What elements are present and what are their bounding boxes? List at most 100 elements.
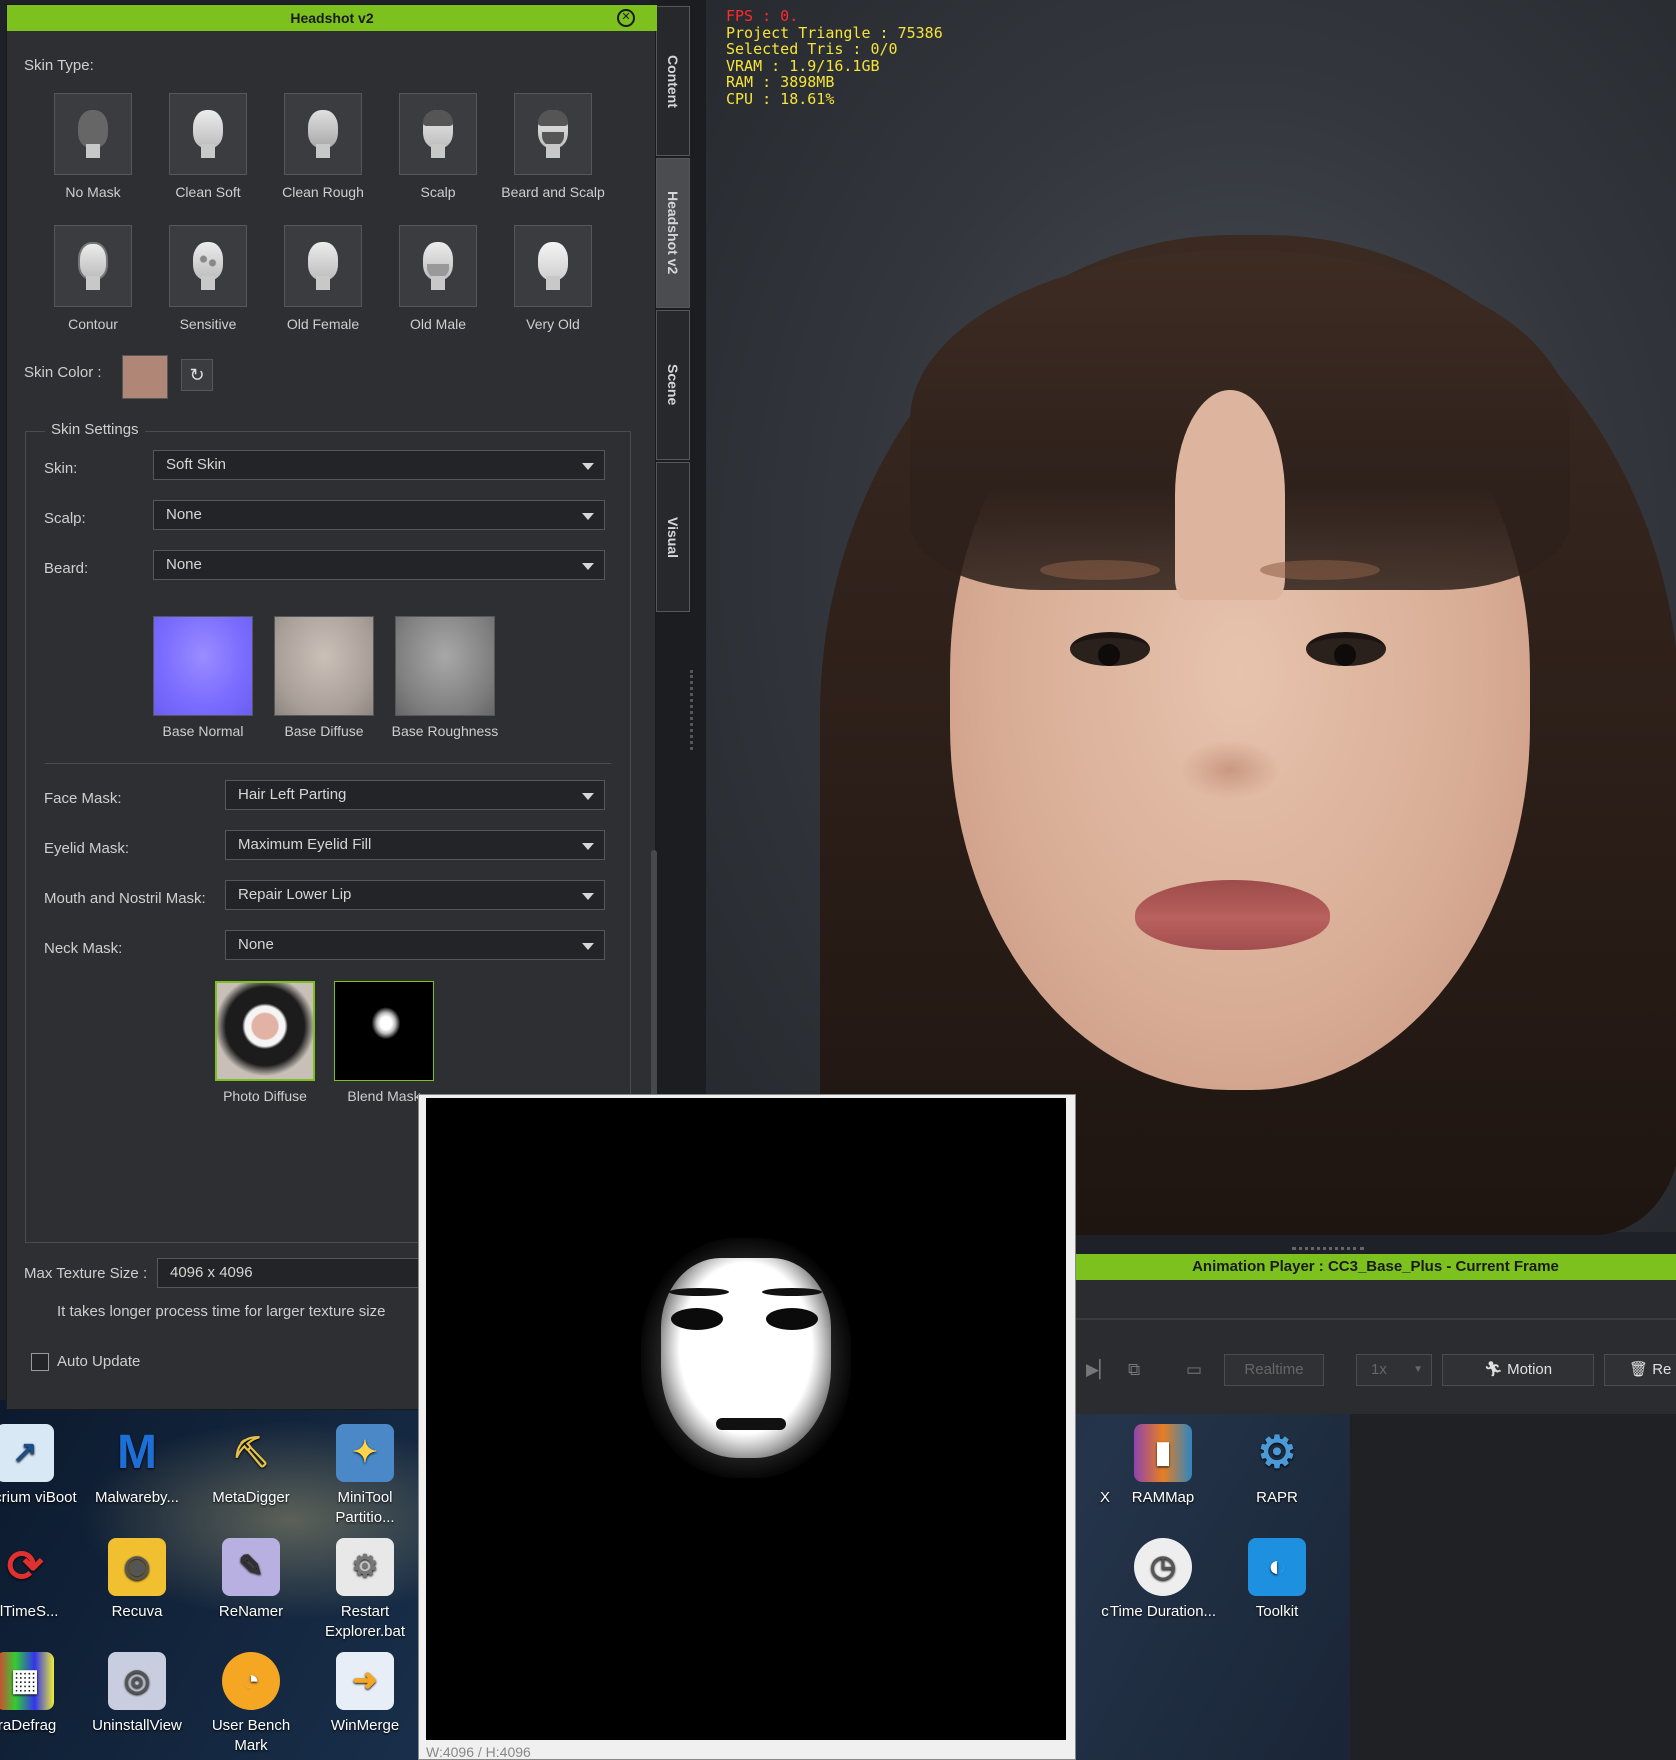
desktop-icon-toolkit[interactable]: ◐ Toolkit: [1222, 1538, 1332, 1622]
desktop-icon-renamer[interactable]: ✎ ReNamer: [196, 1538, 306, 1622]
subtitle-icon[interactable]: ▭: [1186, 1360, 1202, 1380]
photo-diffuse-thumbnail[interactable]: [215, 981, 315, 1081]
timeline-bar[interactable]: [1075, 1318, 1676, 1320]
texture-note: It takes longer process time for larger …: [57, 1303, 386, 1320]
skin-dropdown[interactable]: Soft Skin: [153, 450, 605, 480]
metadigger-icon: ⛏: [231, 1436, 271, 1469]
head-icon: [189, 110, 227, 158]
animation-player-grip[interactable]: [1292, 1247, 1364, 1251]
tab-label: Scene: [665, 364, 681, 406]
desktop-icon-metadigger[interactable]: ⛏ MetaDigger: [196, 1424, 306, 1508]
desktop-icon-malwarebytes[interactable]: M Malwareby...: [82, 1424, 192, 1508]
skin-color-swatch[interactable]: [122, 355, 168, 399]
panel-scrollbar[interactable]: [651, 850, 657, 1100]
skin-type-caption: Old Male: [409, 316, 467, 332]
tab-label: Visual: [665, 516, 681, 558]
skin-type-caption: Beard and Scalp: [501, 184, 605, 200]
desktop-icon-winmerge[interactable]: ➜ WinMerge: [310, 1652, 420, 1736]
desktop-icon-label: Time Duration...: [1109, 1603, 1217, 1620]
desktop-icon-restart-explorer[interactable]: ⚙ Restart Explorer.bat: [310, 1538, 420, 1642]
skin-type-caption: Contour: [68, 316, 118, 332]
skin-settings-title: Skin Settings: [45, 421, 145, 438]
head-icon: [419, 110, 457, 158]
desktop-icon-minitool[interactable]: ✦ MiniTool Partitio...: [310, 1424, 420, 1528]
mask-right-eye: [766, 1308, 818, 1330]
base-diffuse-thumbnail[interactable]: [274, 616, 374, 716]
character-left-eye: [1070, 632, 1150, 666]
desktop-icon-label: ReNamer: [218, 1603, 284, 1620]
max-texture-field[interactable]: 4096 x 4096: [157, 1258, 447, 1288]
desktop-icon-userbenchmark[interactable]: ◔ User Bench Mark: [196, 1652, 306, 1756]
macrium-icon: ↗: [0, 1424, 54, 1482]
scalp-label: Scalp:: [44, 510, 86, 527]
skin-label: Skin:: [44, 460, 78, 477]
blend-mask-thumbnail[interactable]: [334, 981, 434, 1081]
head-icon: [74, 110, 112, 158]
desktop-icon-time-duration[interactable]: ◷ Time Duration...: [1108, 1538, 1218, 1622]
desktop-icon-rammap[interactable]: ▮ RAMMap: [1108, 1424, 1218, 1508]
scalp-dropdown[interactable]: None: [153, 500, 605, 530]
selected-readout: Selected Tris : 0/0: [726, 40, 898, 58]
auto-update-checkbox[interactable]: [31, 1353, 49, 1371]
realtime-button[interactable]: Realtime: [1224, 1354, 1324, 1386]
animation-player-title: Animation Player : CC3_Base_Plus - Curre…: [1075, 1254, 1676, 1280]
skin-type-sensitive[interactable]: [169, 225, 247, 307]
chevron-down-icon: [582, 513, 594, 520]
mouth-mask-dropdown[interactable]: Repair Lower Lip: [225, 880, 605, 910]
desktop-icon-ultradefrag[interactable]: ▦ traDefrag: [0, 1652, 80, 1736]
skin-type-old-female[interactable]: [284, 225, 362, 307]
tab-visual[interactable]: Visual: [656, 462, 690, 612]
chevron-down-icon: [582, 943, 594, 950]
next-frame-icon[interactable]: ▶▏: [1086, 1360, 1112, 1380]
tab-scene[interactable]: Scene: [656, 310, 690, 460]
reset-color-icon[interactable]: ↻: [181, 359, 213, 391]
base-normal-thumbnail[interactable]: [153, 616, 253, 716]
crop-icon[interactable]: ⧉: [1128, 1360, 1140, 1380]
recuva-icon: ◉: [108, 1538, 166, 1596]
tab-headshot-v2[interactable]: Headshot v2: [656, 158, 690, 308]
skin-type-very-old[interactable]: [514, 225, 592, 307]
skin-type-no-mask[interactable]: [54, 93, 132, 175]
face-mask-value: Hair Left Parting: [238, 786, 347, 803]
auto-update-label: Auto Update: [57, 1353, 141, 1370]
beard-dropdown-value: None: [166, 556, 202, 573]
splitter-handle[interactable]: [690, 670, 694, 750]
character-right-eye: [1306, 632, 1386, 666]
eyelid-mask-value: Maximum Eyelid Fill: [238, 836, 372, 853]
mask-left-brow: [669, 1288, 729, 1296]
skin-type-clean-rough[interactable]: [284, 93, 362, 175]
neck-mask-label: Neck Mask:: [44, 940, 123, 957]
face-mask-dropdown[interactable]: Hair Left Parting: [225, 780, 605, 810]
skin-type-beard-and-scalp[interactable]: [514, 93, 592, 175]
ram-readout: RAM : 3898MB: [726, 73, 835, 91]
desktop-icon-label: MetaDigger: [212, 1489, 290, 1506]
base-roughness-thumbnail[interactable]: [395, 616, 495, 716]
desktop-icon-uninstallview[interactable]: ◎ UninstallView: [82, 1652, 192, 1736]
skin-type-contour[interactable]: [54, 225, 132, 307]
rapr-icon: ⚙: [1257, 1428, 1297, 1477]
desktop-icon-macrium[interactable]: ↗ Macrium viBoot: [0, 1424, 80, 1508]
eyelid-mask-dropdown[interactable]: Maximum Eyelid Fill: [225, 830, 605, 860]
skin-type-scalp[interactable]: [399, 93, 477, 175]
desktop-icon-label: RAMMap: [1131, 1489, 1195, 1506]
beard-dropdown[interactable]: None: [153, 550, 605, 580]
skin-type-caption: Clean Rough: [282, 184, 364, 200]
motion-button[interactable]: 🏃︎ Motion: [1442, 1354, 1594, 1386]
skin-type-old-male[interactable]: [399, 225, 477, 307]
desktop-icon-rapr[interactable]: ⚙ RAPR: [1222, 1424, 1332, 1508]
rammap-icon: ▮: [1134, 1424, 1192, 1482]
reset-button[interactable]: 🗑︎ Re: [1604, 1354, 1676, 1386]
realtimesync-icon: ⟳: [6, 1542, 44, 1591]
renamer-icon: ✎: [222, 1538, 280, 1596]
close-icon[interactable]: ✕: [617, 9, 635, 27]
neck-mask-dropdown[interactable]: None: [225, 930, 605, 960]
character-nose: [1180, 740, 1280, 800]
panel-title: Headshot v2: [7, 5, 657, 31]
skin-type-clean-soft[interactable]: [169, 93, 247, 175]
head-icon: [304, 242, 342, 290]
desktop-icon-recuva[interactable]: ◉ Recuva: [82, 1538, 192, 1622]
mask-left-eye: [671, 1308, 723, 1330]
speed-dropdown[interactable]: 1x ▼: [1356, 1354, 1432, 1386]
desktop-icon-realtimesync[interactable]: ⟳ alTimeS...: [0, 1538, 80, 1622]
tab-content[interactable]: Content: [656, 6, 690, 156]
